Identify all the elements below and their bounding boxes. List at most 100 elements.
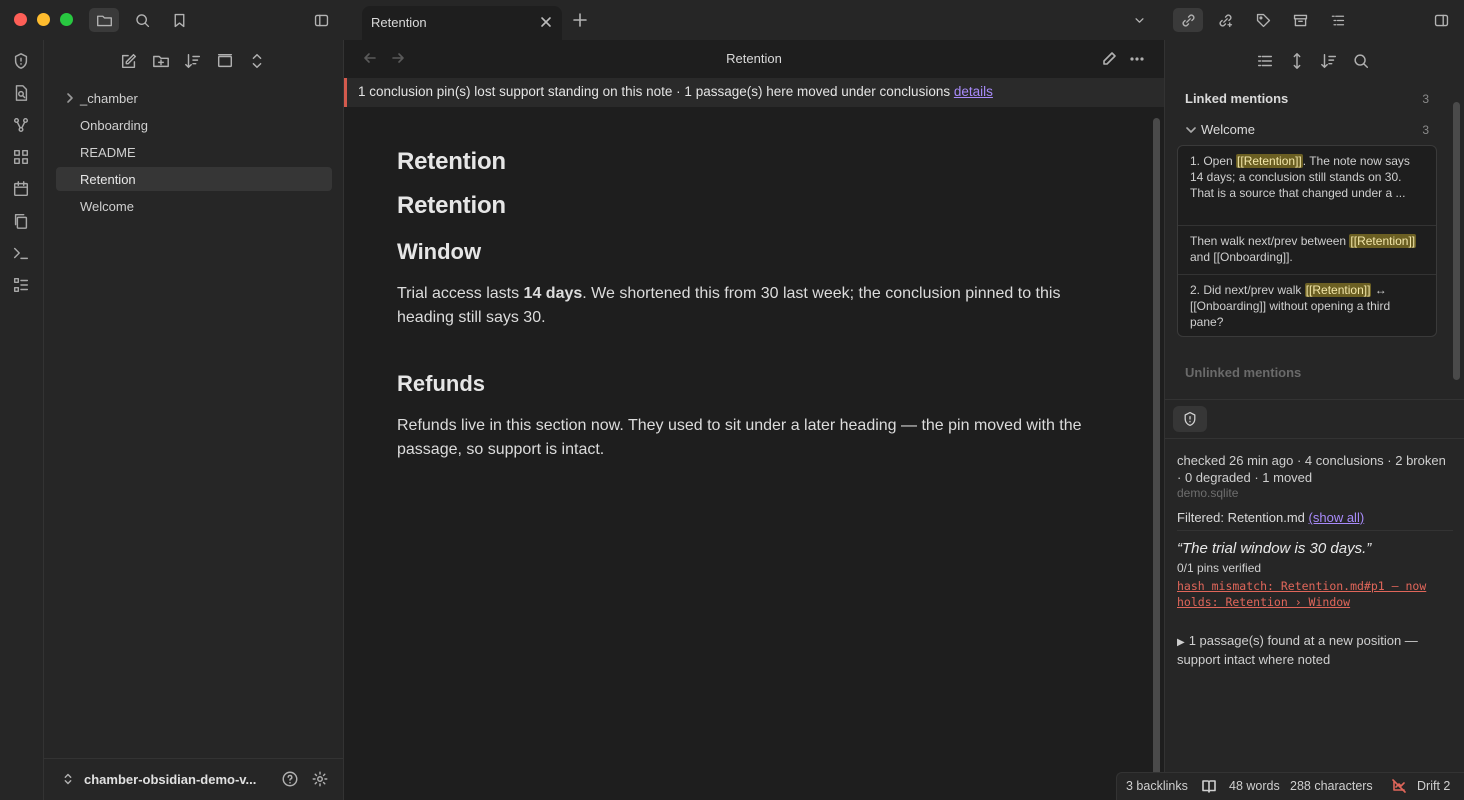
note-title-header[interactable]: Retention xyxy=(344,51,1164,66)
conclusion-quote: “The trial window is 30 days.” xyxy=(1177,540,1372,557)
checklist-icon[interactable] xyxy=(12,276,32,296)
mention-item[interactable]: 2. Did next/prev walk [[Retention]] ↔ [[… xyxy=(1178,274,1436,330)
auto-reveal-icon[interactable] xyxy=(216,52,236,72)
tree-item-label: Onboarding xyxy=(80,118,148,133)
paragraph-refunds: Refunds live in this section now. They u… xyxy=(397,417,1082,458)
show-all-link[interactable]: (show all) xyxy=(1309,510,1365,525)
tree-item-retention[interactable]: Retention xyxy=(56,167,332,191)
close-window-button[interactable] xyxy=(14,13,27,26)
mention-item[interactable]: Then walk next/prev between [[Retention]… xyxy=(1178,225,1436,266)
database-name: demo.sqlite xyxy=(1177,486,1239,500)
archive-icon[interactable] xyxy=(1285,8,1315,32)
vault-switch-icon[interactable] xyxy=(59,770,79,790)
terminal-icon[interactable] xyxy=(12,244,32,264)
outgoing-links-icon[interactable] xyxy=(1210,8,1240,32)
banner-details-link[interactable]: details xyxy=(954,84,993,99)
shield-icon xyxy=(1184,411,1196,427)
editor-pane: Retention 1 conclusion pin(s) lost suppo… xyxy=(344,40,1164,800)
unlinked-mentions-title[interactable]: Unlinked mentions xyxy=(1185,365,1301,380)
chevron-down-icon[interactable] xyxy=(1185,124,1197,136)
graph-icon[interactable] xyxy=(12,116,32,136)
tree-item-label: README xyxy=(80,145,136,160)
heading-refunds: Refunds xyxy=(397,371,485,396)
drift-count[interactable]: Drift 2 xyxy=(1417,779,1450,793)
linked-mentions-count: 3 xyxy=(1422,92,1429,106)
file-explorer: _chamber Onboarding README Retention Wel… xyxy=(44,40,344,800)
calendar-icon[interactable] xyxy=(12,180,32,200)
reading-book-icon[interactable] xyxy=(1201,778,1217,794)
filter-line: Filtered: Retention.md (show all) xyxy=(1177,510,1364,525)
tree-folder-chamber[interactable]: _chamber xyxy=(56,86,332,110)
tree-item-label: _chamber xyxy=(80,91,138,106)
right-sidebar: Linked mentions 3 Welcome 3 1. Open [[Re… xyxy=(1164,40,1464,800)
tab-list-chevron-icon[interactable] xyxy=(1124,8,1154,32)
tab-retention[interactable]: Retention xyxy=(362,6,562,40)
new-folder-icon[interactable] xyxy=(152,52,172,72)
left-sidebar-toggle-icon[interactable] xyxy=(306,8,336,32)
folder-icon[interactable] xyxy=(89,8,119,32)
title-bar: Retention xyxy=(0,0,1464,40)
tree-item-onboarding[interactable]: Onboarding xyxy=(56,113,332,137)
editor-scrollbar[interactable] xyxy=(1153,118,1160,798)
file-search-icon[interactable] xyxy=(12,84,32,104)
backlinks-icon[interactable] xyxy=(1173,8,1203,32)
drift-broken-icon[interactable] xyxy=(1391,778,1407,794)
pins-verified: 0/1 pins verified xyxy=(1177,561,1262,575)
canvas-grid-icon[interactable] xyxy=(12,148,32,168)
new-tab-icon[interactable] xyxy=(572,12,590,30)
collapse-results-icon[interactable] xyxy=(1256,52,1276,72)
sort-icon[interactable] xyxy=(1320,52,1340,72)
new-note-icon[interactable] xyxy=(120,52,140,72)
mention-group-count: 3 xyxy=(1422,123,1429,137)
banner-text: 1 conclusion pin(s) lost support standin… xyxy=(358,84,951,99)
disclosure-triangle-icon: ▶ xyxy=(1177,637,1185,648)
zoom-window-button[interactable] xyxy=(60,13,73,26)
shield-icon[interactable] xyxy=(12,52,32,72)
divider xyxy=(1165,399,1464,400)
minimize-window-button[interactable] xyxy=(37,13,50,26)
outline-icon[interactable] xyxy=(1322,8,1352,32)
search-icon[interactable] xyxy=(127,8,157,32)
word-count: 48 words xyxy=(1229,779,1280,793)
tree-item-welcome[interactable]: Welcome xyxy=(56,194,332,218)
chamber-shield-button[interactable] xyxy=(1173,406,1207,432)
sort-icon[interactable] xyxy=(184,52,204,72)
check-summary: checked 26 min ago · 4 conclusions · 2 b… xyxy=(1177,453,1446,485)
show-more-context-icon[interactable] xyxy=(1288,52,1308,72)
copy-icon[interactable] xyxy=(12,212,32,232)
close-tab-icon[interactable] xyxy=(538,14,554,30)
divider xyxy=(1165,438,1464,439)
vault-name[interactable]: chamber-obsidian-demo-v... xyxy=(84,772,256,787)
tab-title: Retention xyxy=(371,15,427,30)
help-icon[interactable] xyxy=(281,770,301,790)
warning-banner: 1 conclusion pin(s) lost support standin… xyxy=(344,78,1164,107)
expand-collapse-icon[interactable] xyxy=(248,52,268,72)
character-count: 288 characters xyxy=(1290,779,1373,793)
heading-retention: Retention xyxy=(397,148,506,175)
edit-pencil-icon[interactable] xyxy=(1101,51,1119,69)
mention-group-welcome[interactable]: Welcome xyxy=(1201,122,1255,137)
ribbon xyxy=(0,40,44,800)
mention-item[interactable]: 1. Open [[Retention]]. The note now says… xyxy=(1178,154,1436,201)
backlinks-scrollbar[interactable] xyxy=(1453,102,1460,380)
settings-gear-icon[interactable] xyxy=(311,770,331,790)
mention-list: 1. Open [[Retention]]. The note now says… xyxy=(1177,145,1437,337)
right-sidebar-toggle-icon[interactable] xyxy=(1426,8,1456,32)
moved-passages-disclosure[interactable]: ▶ 1 passage(s) found at a new position — … xyxy=(1177,632,1452,668)
heading-window: Window xyxy=(397,239,482,264)
tags-icon[interactable] xyxy=(1248,8,1278,32)
search-icon[interactable] xyxy=(1352,52,1372,72)
tree-item-label: Retention xyxy=(80,172,136,187)
vault-switcher-bar: chamber-obsidian-demo-v... xyxy=(44,758,344,800)
backlinks-count[interactable]: 3 backlinks xyxy=(1126,779,1188,793)
filter-label: Filtered: Retention.md xyxy=(1177,510,1305,525)
bookmark-icon[interactable] xyxy=(164,8,194,32)
status-bar: 3 backlinks 48 words 288 characters Drif… xyxy=(1116,772,1464,800)
heading-retention-2: Retention xyxy=(397,192,506,219)
more-options-icon[interactable] xyxy=(1129,51,1147,69)
paragraph-window: Trial access lasts 14 days. We shortened… xyxy=(397,285,1061,326)
divider xyxy=(1177,530,1453,531)
linked-mentions-title[interactable]: Linked mentions xyxy=(1185,91,1288,106)
hash-mismatch-link[interactable]: hash mismatch: Retention.md#p1 — now hol… xyxy=(1177,578,1447,610)
tree-item-readme[interactable]: README xyxy=(56,140,332,164)
